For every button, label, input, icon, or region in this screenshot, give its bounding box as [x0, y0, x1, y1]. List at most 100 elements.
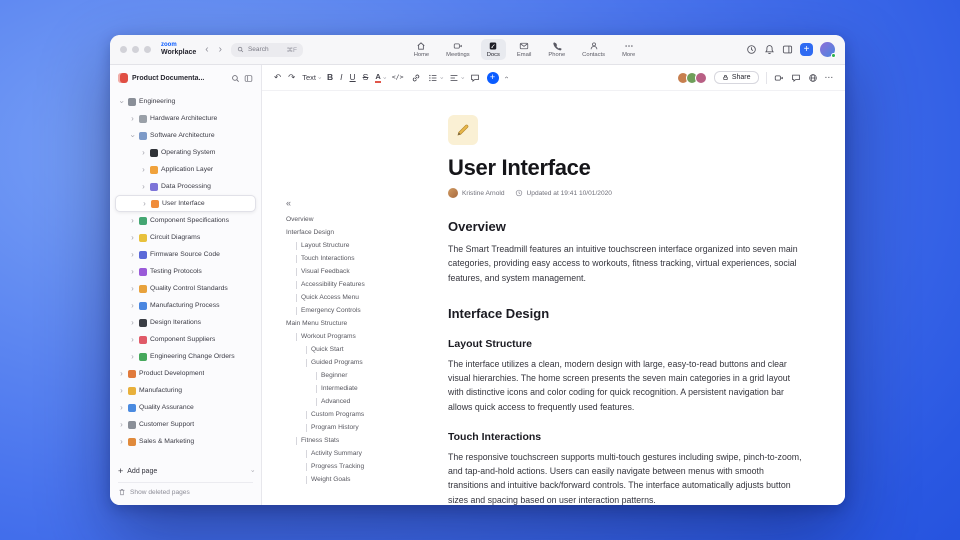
chevron-down-icon[interactable]: ›: [129, 132, 138, 139]
sidebar-item-engineering[interactable]: › Engineering: [115, 93, 256, 110]
sidebar-item-sales-marketing[interactable]: › Sales & Marketing: [115, 433, 256, 450]
tab-meetings[interactable]: Meetings: [440, 39, 476, 60]
redo-button[interactable]: ↷: [288, 73, 295, 82]
outline-item-weight-goals[interactable]: Weight Goals: [286, 473, 442, 486]
chevron-right-icon[interactable]: ›: [140, 182, 147, 191]
sidebar-item-component-specifications[interactable]: › Component Specifications: [115, 212, 256, 229]
outline-item-custom-programs[interactable]: Custom Programs: [286, 408, 442, 421]
outline-item-activity-summary[interactable]: Activity Summary: [286, 447, 442, 460]
sidebar-item-circuit-diagrams[interactable]: › Circuit Diagrams: [115, 229, 256, 246]
chevron-right-icon[interactable]: ›: [129, 233, 136, 242]
chevron-down-icon[interactable]: ›: [118, 98, 127, 105]
user-avatar[interactable]: [820, 42, 836, 58]
show-deleted-pages-button[interactable]: Show deleted pages: [118, 482, 253, 498]
outline-item-guided-programs[interactable]: Guided Programs: [286, 356, 442, 369]
sidebar-item-quality-control-standards[interactable]: › Quality Control Standards: [115, 280, 256, 297]
tab-phone[interactable]: Phone: [542, 39, 571, 60]
more-button[interactable]: ⋯: [825, 73, 834, 82]
underline-button[interactable]: U: [350, 73, 356, 82]
outline-item-quick-start[interactable]: Quick Start: [286, 343, 442, 356]
collaborator-avatar[interactable]: [694, 71, 707, 84]
outline-item-accessibility-features[interactable]: Accessibility Features: [286, 278, 442, 291]
sidebar-item-manufacturing[interactable]: › Manufacturing: [115, 382, 256, 399]
chevron-right-icon[interactable]: ›: [129, 318, 136, 327]
share-button[interactable]: Share: [713, 71, 759, 84]
chevron-right-icon[interactable]: ›: [129, 284, 136, 293]
new-plus-button[interactable]: +: [800, 43, 813, 56]
outline-item-intermediate[interactable]: Intermediate: [286, 382, 442, 395]
outline-item-progress-tracking[interactable]: Progress Tracking: [286, 460, 442, 473]
sidebar-item-manufacturing-process[interactable]: › Manufacturing Process: [115, 297, 256, 314]
tab-contacts[interactable]: Contacts: [576, 39, 611, 60]
outline-item-layout-structure[interactable]: Layout Structure: [286, 239, 442, 252]
outline-item-overview[interactable]: Overview: [286, 213, 442, 226]
doc-content[interactable]: User Interface Kristine Arnold Updated a…: [448, 91, 802, 505]
sidebar-item-operating-system[interactable]: › Operating System: [115, 144, 256, 161]
sidebar-item-user-interface[interactable]: › User Interface: [115, 195, 256, 212]
undo-button[interactable]: ↶: [274, 73, 281, 82]
sidebar-item-software-architecture[interactable]: › Software Architecture: [115, 127, 256, 144]
outline-item-program-history[interactable]: Program History: [286, 421, 442, 434]
chevron-right-icon[interactable]: ›: [141, 199, 148, 208]
outline-item-workout-programs[interactable]: Workout Programs: [286, 330, 442, 343]
tab-home[interactable]: Home: [408, 39, 435, 60]
video-icon[interactable]: [774, 73, 784, 83]
sidebar-item-component-suppliers[interactable]: › Component Suppliers: [115, 331, 256, 348]
outline-item-quick-access-menu[interactable]: Quick Access Menu: [286, 291, 442, 304]
chevron-right-icon[interactable]: ›: [118, 420, 125, 429]
chevron-down-icon[interactable]: ›: [249, 470, 255, 472]
code-button[interactable]: </>: [392, 74, 404, 81]
window-close-button[interactable]: [120, 46, 127, 53]
chat-icon[interactable]: [791, 73, 801, 83]
sidebar-item-engineering-change-orders[interactable]: › Engineering Change Orders: [115, 348, 256, 365]
collapse-sidebar-icon[interactable]: [244, 74, 253, 83]
workspace-title[interactable]: Product Documenta...: [132, 75, 227, 82]
chevron-right-icon[interactable]: ›: [129, 352, 136, 361]
outline-item-emergency-controls[interactable]: Emergency Controls: [286, 304, 442, 317]
sidebar-toggle-icon[interactable]: [782, 44, 793, 55]
outline-item-main-menu-structure[interactable]: Main Menu Structure: [286, 317, 442, 330]
sidebar-item-data-processing[interactable]: › Data Processing: [115, 178, 256, 195]
globe-icon[interactable]: [808, 73, 818, 83]
chevron-right-icon[interactable]: ›: [129, 301, 136, 310]
collapse-toolbar-icon[interactable]: ›: [503, 76, 510, 78]
sidebar-item-testing-protocols[interactable]: › Testing Protocols: [115, 263, 256, 280]
chevron-right-icon[interactable]: ›: [129, 267, 136, 276]
text-style-dropdown[interactable]: Text ›: [302, 73, 322, 82]
sidebar-item-customer-support[interactable]: › Customer Support: [115, 416, 256, 433]
collapse-outline-button[interactable]: «: [286, 199, 442, 208]
sidebar-item-firmware-source-code[interactable]: › Firmware Source Code: [115, 246, 256, 263]
sidebar-item-hardware-architecture[interactable]: › Hardware Architecture: [115, 110, 256, 127]
tab-docs[interactable]: Docs: [480, 39, 506, 60]
outline-item-visual-feedback[interactable]: Visual Feedback: [286, 265, 442, 278]
comment-icon[interactable]: [470, 73, 480, 83]
window-minimize-button[interactable]: [132, 46, 139, 53]
chevron-right-icon[interactable]: ›: [129, 216, 136, 225]
chevron-right-icon[interactable]: ›: [118, 437, 125, 446]
history-clock-icon[interactable]: [746, 44, 757, 55]
strikethrough-button[interactable]: S: [363, 73, 369, 82]
insert-plus-button[interactable]: +: [486, 71, 499, 84]
global-search-input[interactable]: Search ⌘F: [230, 42, 303, 57]
sidebar-item-product-development[interactable]: › Product Development: [115, 365, 256, 382]
link-icon[interactable]: [411, 73, 421, 83]
outline-item-advanced[interactable]: Advanced: [286, 395, 442, 408]
sidebar-item-application-layer[interactable]: › Application Layer: [115, 161, 256, 178]
sidebar-item-quality-assurance[interactable]: › Quality Assurance: [115, 399, 256, 416]
chevron-right-icon[interactable]: ›: [129, 114, 136, 123]
bullet-list-dropdown[interactable]: ›: [428, 73, 444, 83]
chevron-right-icon[interactable]: ›: [118, 369, 125, 378]
chevron-right-icon[interactable]: ›: [140, 148, 147, 157]
outline-item-fitness-stats[interactable]: Fitness Stats: [286, 434, 442, 447]
doc-emoji-icon[interactable]: [448, 115, 478, 145]
sidebar-item-design-iterations[interactable]: › Design Iterations: [115, 314, 256, 331]
tab-more[interactable]: More: [616, 39, 641, 60]
chevron-right-icon[interactable]: ›: [129, 335, 136, 344]
chevron-right-icon[interactable]: ›: [129, 250, 136, 259]
italic-button[interactable]: I: [340, 73, 342, 82]
add-page-button[interactable]: + Add page ›: [118, 463, 255, 479]
nav-forward-button[interactable]: ›: [218, 44, 223, 55]
chevron-right-icon[interactable]: ›: [118, 403, 125, 412]
outline-item-touch-interactions[interactable]: Touch Interactions: [286, 252, 442, 265]
tab-email[interactable]: Email: [511, 39, 538, 60]
